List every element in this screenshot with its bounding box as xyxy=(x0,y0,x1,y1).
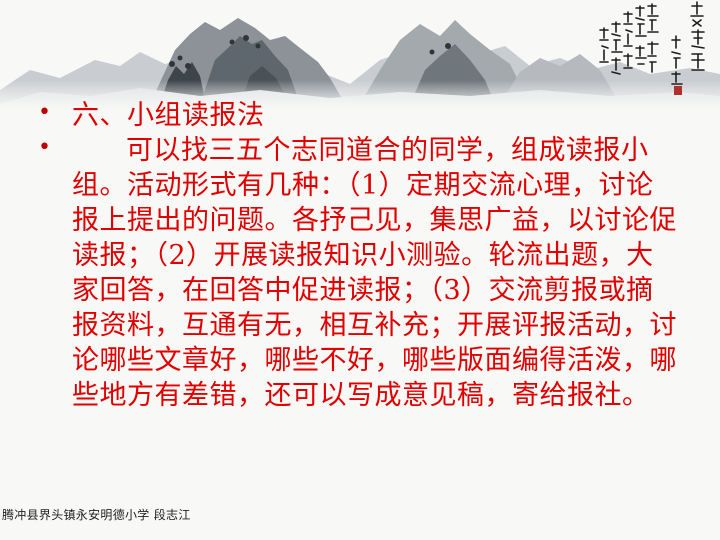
calligraphy-inscription xyxy=(599,1,705,95)
body-paragraph: 可以找三五个志同道合的同学，组成读报小组。活动形式有几种：（1）定期交流心理，讨… xyxy=(72,135,677,411)
footer-credit: 腾冲县界头镇永安明德小学 段志江 xyxy=(2,508,191,522)
slide-content: • 六、小组读报法 • 可以找三五个志同道合的同学，组成读报小组。活动形式有几种… xyxy=(38,98,678,413)
bullet-icon: • xyxy=(38,135,51,160)
section-heading: 六、小组读报法 xyxy=(72,100,265,131)
bullet-body: • 可以找三五个志同道合的同学，组成读报小组。活动形式有几种：（1）定期交流心理… xyxy=(38,133,678,413)
bullet-heading: • 六、小组读报法 xyxy=(38,98,678,133)
bullet-icon: • xyxy=(38,100,51,125)
